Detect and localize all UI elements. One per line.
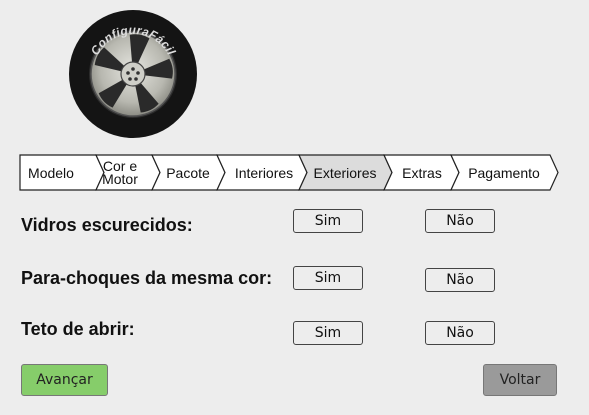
vidros-escurecidos-nao-button[interactable]: Não: [425, 209, 495, 233]
para-choques-nao-button[interactable]: Não: [425, 268, 495, 292]
teto-de-abrir-sim-button[interactable]: Sim: [293, 321, 363, 345]
next-button[interactable]: Avançar: [21, 364, 108, 396]
question-vidros-escurecidos-label: Vidros escurecidos:: [21, 215, 193, 235]
step-extras[interactable]: Extras: [393, 155, 451, 190]
logo-tire-wheel: ConfiguraFácil: [69, 10, 197, 138]
step-modelo[interactable]: Modelo: [20, 155, 82, 190]
step-interiores[interactable]: Interiores: [225, 155, 303, 190]
para-choques-sim-button[interactable]: Sim: [293, 266, 363, 290]
step-exteriores[interactable]: Exteriores: [309, 155, 381, 190]
step-cor-motor[interactable]: Cor e Motor: [99, 155, 141, 190]
step-pagamento[interactable]: Pagamento: [461, 155, 547, 190]
question-teto-de-abrir-label: Teto de abrir:: [21, 319, 135, 339]
step-pacote[interactable]: Pacote: [158, 155, 218, 190]
back-button[interactable]: Voltar: [483, 364, 557, 396]
question-para-choques-label: Para-choques da mesma cor:: [21, 268, 273, 288]
teto-de-abrir-nao-button[interactable]: Não: [425, 321, 495, 345]
vidros-escurecidos-sim-button[interactable]: Sim: [293, 209, 363, 233]
step-navigation: Modelo Cor e Motor Pacote Interiores Ext…: [19, 154, 560, 191]
